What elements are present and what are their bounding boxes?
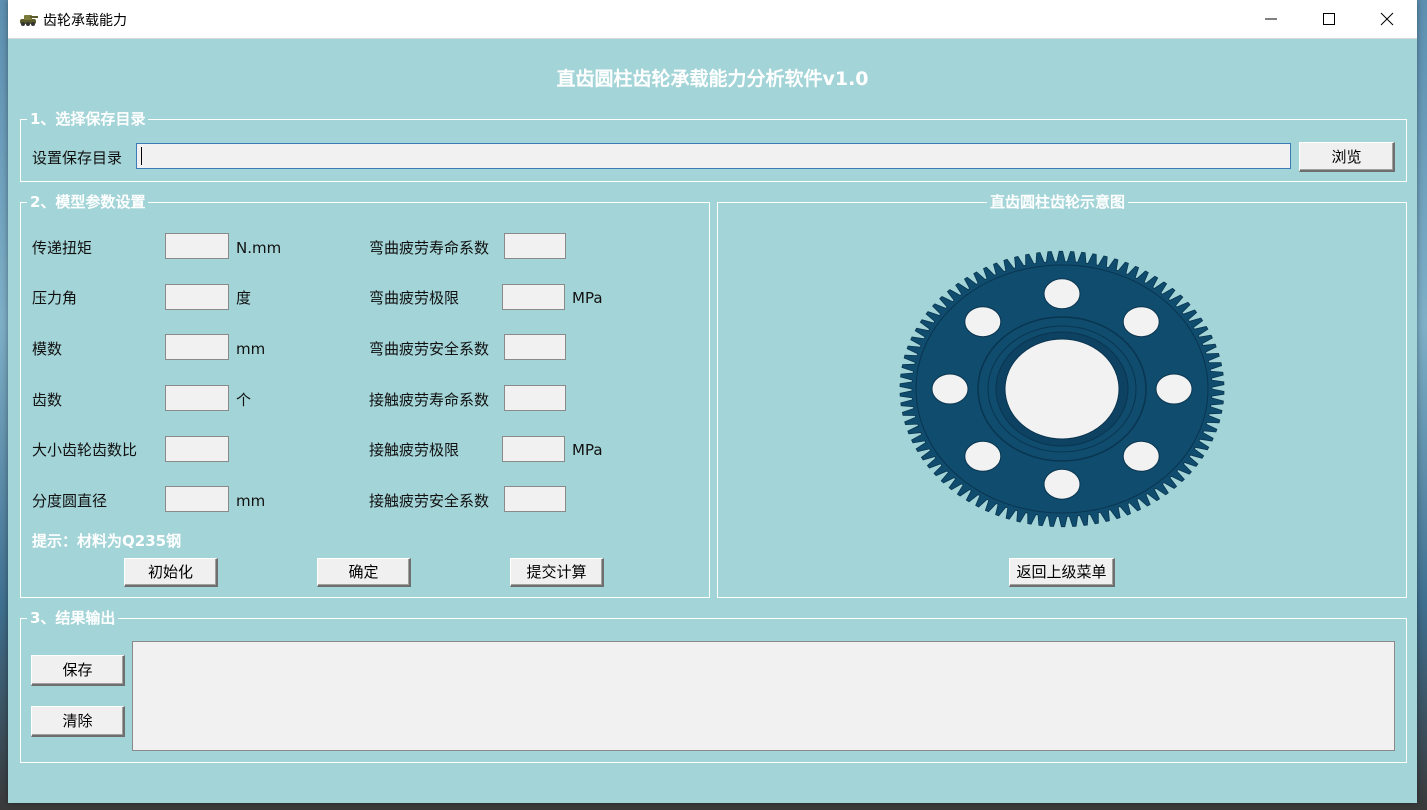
close-icon	[1380, 12, 1394, 26]
bending-life-factor-label: 弯曲疲劳寿命系数	[369, 239, 490, 257]
bending-limit-input[interactable]	[502, 284, 565, 310]
bending-safety-factor-input[interactable]	[504, 334, 566, 360]
section1-title: 1、选择保存目录	[27, 110, 149, 128]
gear-ratio-label: 大小齿轮齿数比	[32, 441, 138, 459]
contact-life-factor-label: 接触疲劳寿命系数	[369, 391, 490, 409]
minimize-icon	[1265, 18, 1277, 20]
pressure-angle-input[interactable]	[165, 284, 229, 310]
maximize-button[interactable]	[1300, 0, 1358, 38]
bending-limit-unit: MPa	[572, 289, 603, 307]
contact-limit-input[interactable]	[502, 436, 565, 462]
torque-input[interactable]	[165, 233, 229, 259]
close-button[interactable]	[1358, 0, 1416, 38]
minimize-button[interactable]	[1242, 0, 1300, 38]
contact-safety-factor-label: 接触疲劳安全系数	[369, 492, 490, 510]
title-bar: 齿轮承载能力	[8, 0, 1417, 39]
browse-button[interactable]: 浏览	[1299, 142, 1395, 172]
section3-title: 3、结果输出	[27, 609, 119, 627]
save-directory-input[interactable]	[136, 143, 1291, 169]
teeth-count-input[interactable]	[165, 385, 229, 411]
clear-button[interactable]: 清除	[31, 706, 125, 737]
pitch-diameter-unit: mm	[236, 492, 266, 510]
teeth-count-unit: 个	[236, 391, 252, 409]
contact-limit-label: 接触疲劳极限	[369, 441, 460, 459]
back-menu-button[interactable]: 返回上级菜单	[1009, 558, 1115, 587]
maximize-icon	[1323, 13, 1335, 25]
submit-button[interactable]: 提交计算	[510, 558, 604, 587]
gear-image	[899, 250, 1225, 528]
gear-ratio-input[interactable]	[165, 436, 229, 462]
bending-safety-factor-label: 弯曲疲劳安全系数	[369, 340, 490, 358]
main-title: 直齿圆柱齿轮承载能力分析软件v1.0	[556, 68, 869, 90]
module-unit: mm	[236, 340, 266, 358]
result-output-area[interactable]	[132, 641, 1395, 751]
module-label: 模数	[32, 340, 63, 358]
pressure-angle-label: 压力角	[32, 289, 78, 307]
contact-limit-unit: MPa	[572, 441, 603, 459]
section2-title: 2、模型参数设置	[27, 193, 149, 211]
save-directory-label: 设置保存目录	[32, 149, 123, 167]
window-title: 齿轮承载能力	[43, 13, 127, 29]
app-window: 齿轮承载能力 直齿圆柱齿轮承载能力分析软件v1.0 1、选择保存目录 设置保存目…	[8, 0, 1417, 803]
module-input[interactable]	[165, 334, 229, 360]
init-button[interactable]: 初始化	[124, 558, 218, 587]
diagram-title: 直齿圆柱齿轮示意图	[987, 193, 1129, 211]
torque-label: 传递扭矩	[32, 239, 93, 257]
contact-life-factor-input[interactable]	[504, 385, 566, 411]
pressure-angle-unit: 度	[236, 289, 252, 307]
torque-unit: N.mm	[236, 239, 282, 257]
teeth-count-label: 齿数	[32, 391, 63, 409]
bending-limit-label: 弯曲疲劳极限	[369, 289, 460, 307]
text-caret	[141, 147, 142, 165]
contact-safety-factor-input[interactable]	[504, 486, 566, 512]
save-button[interactable]: 保存	[31, 655, 125, 686]
material-hint: 提示：材料为Q235钢	[32, 532, 182, 550]
pitch-diameter-label: 分度圆直径	[32, 492, 108, 510]
confirm-button[interactable]: 确定	[317, 558, 411, 587]
bending-life-factor-input[interactable]	[504, 233, 566, 259]
tank-icon	[20, 15, 38, 26]
pitch-diameter-input[interactable]	[165, 486, 229, 512]
